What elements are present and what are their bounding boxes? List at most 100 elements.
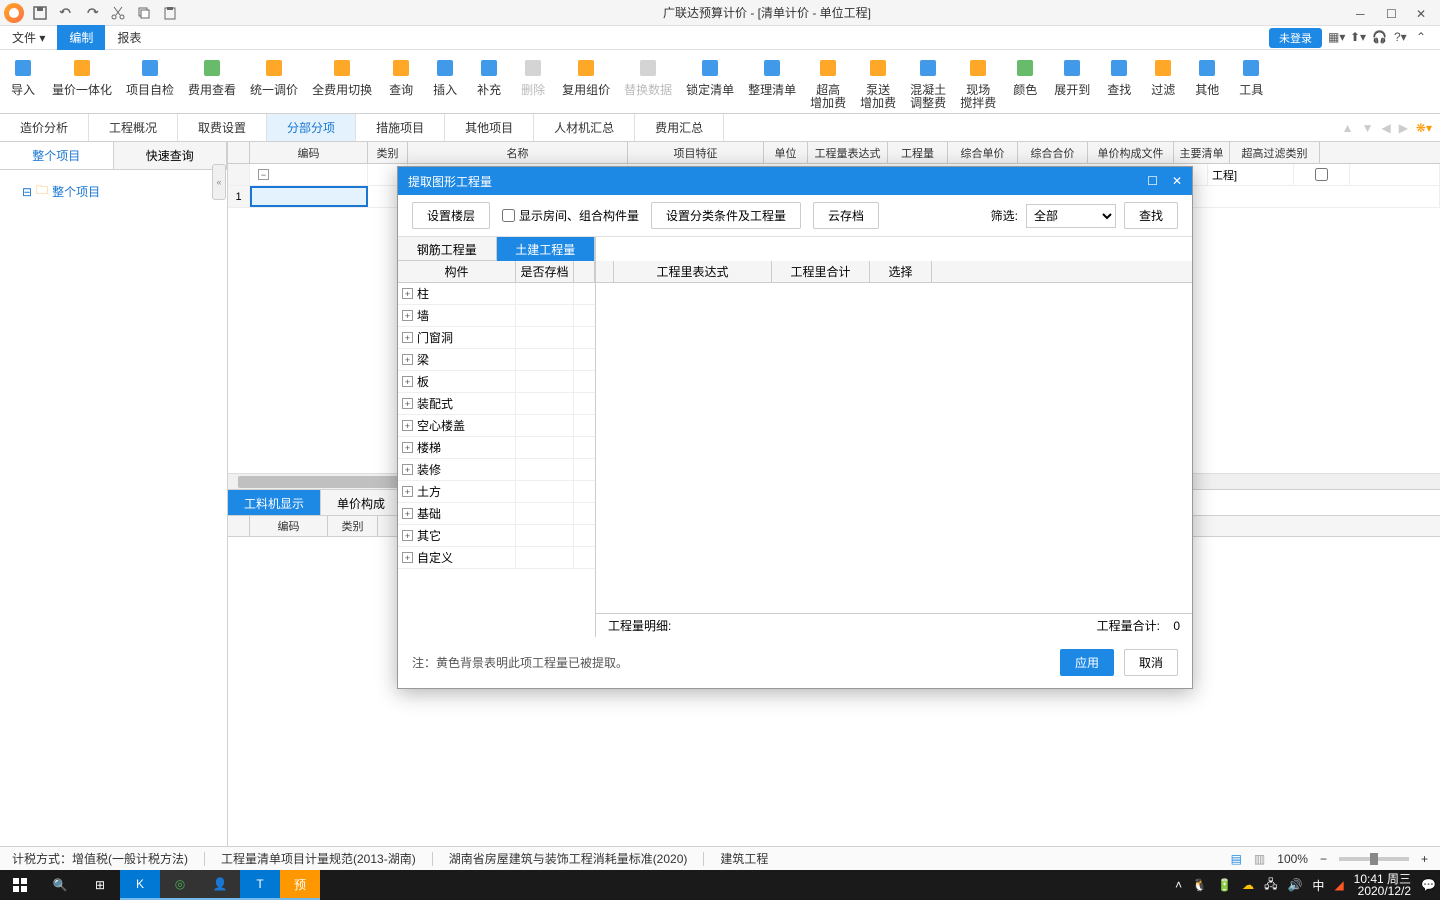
ribbon-补充[interactable]: 补充 [474, 54, 504, 113]
dialog-titlebar[interactable]: 提取图形工程量 ☐ ✕ [398, 167, 1192, 195]
tray-clock[interactable]: 10:41 周三 2020/12/2 [1354, 873, 1411, 897]
subtab-3[interactable]: 分部分项 [267, 114, 356, 141]
search-icon[interactable]: 🔍 [40, 870, 80, 900]
quantity-grid[interactable] [596, 283, 1192, 613]
tray-volume-icon[interactable]: 🔊 [1287, 878, 1302, 892]
ribbon-项目自检[interactable]: 项目自检 [126, 54, 174, 113]
menu-edit[interactable]: 编制 [57, 25, 105, 50]
ribbon-其他[interactable]: 其他 [1192, 54, 1222, 113]
save-icon[interactable] [32, 5, 48, 21]
bottom-tab-price[interactable]: 单价构成 [321, 490, 402, 515]
subtab-4[interactable]: 措施项目 [356, 114, 445, 141]
ribbon-替换数据[interactable]: 替换数据 [624, 54, 672, 113]
ribbon-超高增加费[interactable]: 超高增加费 [810, 54, 846, 113]
tree-row[interactable]: +空心楼盖 [398, 415, 595, 437]
row-collapse-icon[interactable]: − [258, 169, 269, 180]
ribbon-费用查看[interactable]: 费用查看 [188, 54, 236, 113]
grid-col[interactable]: 综合单价 [948, 142, 1018, 163]
left-tab-quicksearch[interactable]: 快速查询 [114, 142, 228, 169]
taskbar-app-assistant[interactable]: 👤 [200, 870, 240, 900]
tree-row[interactable]: +其它 [398, 525, 595, 547]
tree-row[interactable]: +装修 [398, 459, 595, 481]
tray-ime[interactable]: 中 [1312, 877, 1324, 894]
taskbar-app-browser[interactable]: ◎ [160, 870, 200, 900]
dialog-close-icon[interactable]: ✕ [1172, 174, 1182, 188]
grid-col[interactable]: 工程量 [888, 142, 948, 163]
subtab-1[interactable]: 工程概况 [89, 114, 178, 141]
tray-penguin-icon[interactable]: 🐧 [1192, 878, 1207, 892]
copy-icon[interactable] [136, 5, 152, 21]
ribbon-颜色[interactable]: 颜色 [1010, 54, 1040, 113]
ribbon-过滤[interactable]: 过滤 [1148, 54, 1178, 113]
ribbon-现场搅拌费[interactable]: 现场搅拌费 [960, 54, 996, 113]
headset-icon[interactable]: 🎧 [1372, 30, 1388, 46]
nav-down-icon[interactable]: ▼ [1362, 121, 1374, 135]
start-button[interactable] [0, 870, 40, 900]
grid-col[interactable]: 单价构成文件 [1088, 142, 1174, 163]
tree-row[interactable]: +土方 [398, 481, 595, 503]
ribbon-量价一体化[interactable]: 量价一体化 [52, 54, 112, 113]
maximize-icon[interactable]: ☐ [1386, 7, 1398, 19]
expand-icon[interactable]: + [402, 332, 413, 343]
expand-icon[interactable]: + [402, 442, 413, 453]
view-grid-icon[interactable]: ▤ [1231, 852, 1242, 866]
ribbon-删除[interactable]: 删除 [518, 54, 548, 113]
main-list-checkbox[interactable] [1315, 168, 1328, 181]
grid-col[interactable]: 综合合价 [1018, 142, 1088, 163]
redo-icon[interactable] [84, 5, 100, 21]
ribbon-整理清单[interactable]: 整理清单 [748, 54, 796, 113]
ribbon-插入[interactable]: 插入 [430, 54, 460, 113]
tree-root[interactable]: ⊟ 🗀 整个项目 [8, 178, 219, 205]
undo-icon[interactable] [58, 5, 74, 21]
tree-row[interactable]: +墙 [398, 305, 595, 327]
ribbon-查询[interactable]: 查询 [386, 54, 416, 113]
search-button[interactable]: 查找 [1124, 202, 1178, 229]
tree-row[interactable]: +装配式 [398, 393, 595, 415]
tree-row[interactable]: +门窗洞 [398, 327, 595, 349]
expand-icon[interactable]: + [402, 310, 413, 321]
ribbon-泵送增加费[interactable]: 泵送增加费 [860, 54, 896, 113]
ribbon-锁定清单[interactable]: 锁定清单 [686, 54, 734, 113]
tree-row[interactable]: +楼梯 [398, 437, 595, 459]
ribbon-复用组价[interactable]: 复用组价 [562, 54, 610, 113]
taskbar-app-preview[interactable]: 预 [280, 870, 320, 900]
panel-collapse-handle[interactable]: « [212, 164, 226, 200]
upload-icon[interactable]: ⬆▾ [1350, 30, 1366, 46]
left-tab-project[interactable]: 整个项目 [0, 142, 114, 169]
minimize-icon[interactable]: ─ [1356, 7, 1368, 19]
active-cell[interactable] [250, 186, 368, 207]
tray-notifications-icon[interactable]: 💬 [1421, 878, 1436, 892]
expand-icon[interactable]: + [402, 354, 413, 365]
ribbon-统一调价[interactable]: 统一调价 [250, 54, 298, 113]
tree-row[interactable]: +自定义 [398, 547, 595, 569]
expand-icon[interactable]: + [402, 464, 413, 475]
settings-icon[interactable]: ❋▾ [1416, 121, 1432, 135]
apply-button[interactable]: 应用 [1060, 649, 1114, 676]
expand-icon[interactable]: + [402, 508, 413, 519]
tab-civil[interactable]: 土建工程量 [497, 237, 596, 261]
grid-col[interactable] [228, 142, 250, 163]
grid-col[interactable]: 项目特征 [628, 142, 764, 163]
expand-icon[interactable]: + [402, 486, 413, 497]
tray-cloud-icon[interactable]: ☁ [1242, 878, 1254, 892]
zoom-out-icon[interactable]: − [1320, 852, 1327, 866]
qty-col[interactable]: 工程里表达式 [614, 261, 772, 282]
set-floor-button[interactable]: 设置楼层 [412, 202, 490, 229]
taskview-icon[interactable]: ⊞ [80, 870, 120, 900]
ribbon-导入[interactable]: 导入 [8, 54, 38, 113]
tray-battery-icon[interactable]: 🔋 [1217, 878, 1232, 892]
tree-row[interactable]: +柱 [398, 283, 595, 305]
zoom-slider[interactable] [1339, 857, 1409, 861]
grid-col[interactable]: 单位 [764, 142, 808, 163]
nav-up-icon[interactable]: ▲ [1342, 121, 1354, 135]
set-classify-button[interactable]: 设置分类条件及工程量 [651, 202, 801, 229]
close-icon[interactable]: ✕ [1416, 7, 1428, 19]
subtab-0[interactable]: 造价分析 [0, 114, 89, 141]
tree-row[interactable]: +板 [398, 371, 595, 393]
subtab-5[interactable]: 其他项目 [445, 114, 534, 141]
grid-col[interactable]: 编码 [250, 142, 368, 163]
grid-icon[interactable]: ▦▾ [1328, 30, 1344, 46]
zoom-in-icon[interactable]: + [1421, 852, 1428, 866]
collapse-ribbon-icon[interactable]: ⌃ [1416, 30, 1432, 46]
grid-col[interactable]: 类别 [368, 142, 408, 163]
